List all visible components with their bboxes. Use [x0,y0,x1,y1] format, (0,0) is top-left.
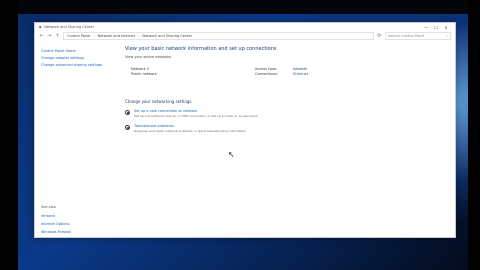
mouse-cursor-icon: ↖ [228,150,235,159]
sidebar-item-sharing[interactable]: Change advanced sharing settings [41,63,111,67]
maximize-button[interactable]: ☐ [431,25,441,30]
see-also-firewall[interactable]: Windows Firewall [41,230,71,234]
network-labels: Access type: Connections: [255,67,278,77]
sidebar-item-home[interactable]: Control Panel Home [41,49,111,53]
back-button[interactable]: ← [39,33,44,39]
breadcrumb-item[interactable]: Network and Internet [98,34,135,38]
minimize-button[interactable]: — [421,25,431,30]
window-title: Network and Sharing Center [44,25,95,29]
forward-button[interactable]: → [47,33,52,39]
connections-label: Connections: [255,72,278,76]
network-type: Public network [131,72,157,76]
sidebar: Control Panel Home Change adapter settin… [41,49,111,237]
page-title: View your basic network information and … [125,46,277,52]
letterbox-right [468,0,480,270]
refresh-button[interactable]: ⟳ [377,33,382,39]
search-placeholder: Search Control Panel [388,34,425,38]
window-icon: ▪ [39,25,42,29]
network-info: Network 2 Public network [131,67,157,77]
network-sharing-window: ▪ Network and Sharing Center — ☐ ✕ ← → ↑… [34,22,456,238]
network-setup-icon [125,110,130,115]
active-networks-label: View your active networks [125,55,172,59]
title-bar: ▪ Network and Sharing Center — ☐ ✕ [35,23,455,31]
connection-link[interactable]: Ethernet [293,72,308,77]
breadcrumb-item[interactable]: Network and Sharing Center [142,34,192,38]
see-also-infrared[interactable]: Infrared [41,214,55,218]
sidebar-item-adapter[interactable]: Change adapter settings [41,56,111,60]
search-icon: ⌕ [446,34,448,38]
option-troubleshoot[interactable]: Troubleshoot problems Diagnose and repai… [125,124,445,133]
main-panel: View your basic network information and … [125,46,445,237]
active-network-table: Network 2 Public network Access type: Co… [125,67,445,87]
close-button[interactable]: ✕ [441,25,451,30]
see-also-heading: See also [41,205,56,209]
search-input[interactable]: Search Control Panel ⌕ [385,32,451,40]
option-description: Diagnose and repair network problems, or… [134,129,248,133]
video-top-bar [0,0,480,14]
breadcrumb[interactable]: Control Panel › Network and Internet › N… [63,32,374,40]
option-new-connection[interactable]: Set up a new connection or network Set u… [125,109,445,118]
up-button[interactable]: ↑ [55,33,60,39]
see-also-internet-options[interactable]: Internet Options [41,222,70,226]
window-body: Control Panel Home Change adapter settin… [35,41,455,237]
breadcrumb-item[interactable]: Control Panel [67,34,90,38]
letterbox-left [0,0,18,270]
change-settings-heading: Change your networking settings [125,99,192,104]
chevron-right-icon: › [93,34,95,38]
network-values: Internet Ethernet [293,67,308,77]
chevron-right-icon: › [137,34,140,38]
troubleshoot-icon [125,125,130,130]
address-bar: ← → ↑ Control Panel › Network and Intern… [35,31,455,41]
option-description: Set up a broadband, dial-up, or VPN conn… [134,114,259,118]
